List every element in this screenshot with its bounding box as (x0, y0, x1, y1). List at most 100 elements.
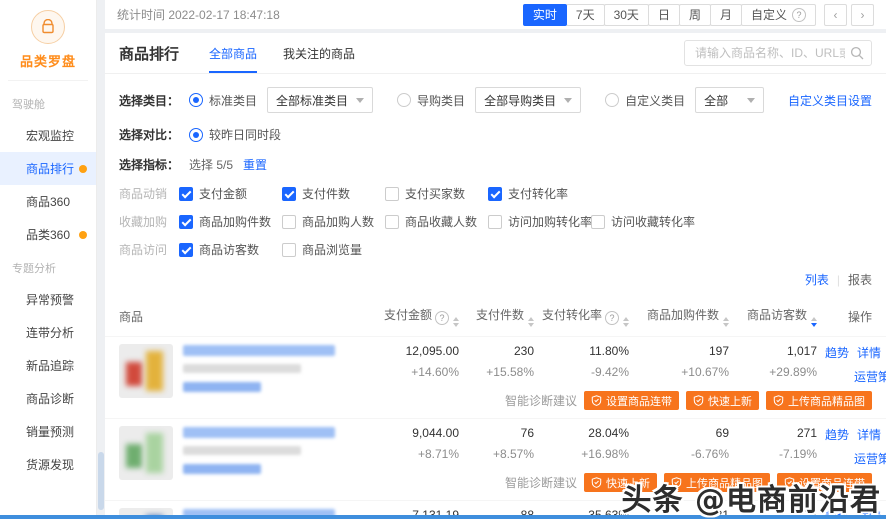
category-select-标准类目[interactable]: 全部标准类目 (267, 87, 374, 113)
suggestion-button-设置商品连带[interactable]: 设置商品连带 (584, 391, 679, 410)
main-area: 统计时间 2022-02-17 18:47:18 实时 7天 30天日周月自定义? … (105, 0, 886, 519)
range-button-周[interactable]: 周 (678, 3, 711, 26)
suggestion-button-快速上新[interactable]: 快速上新 (686, 391, 759, 410)
column-header-支付件数[interactable]: 支付件数 (459, 306, 534, 327)
metric-checkbox-支付转化率[interactable]: 支付转化率 (488, 185, 591, 202)
action-link-趋势[interactable]: 趋势 (825, 428, 849, 442)
action-link-详情[interactable]: 详情 (857, 346, 881, 360)
metric-group-label: 商品访问 (119, 243, 168, 257)
metric-checkbox-访问加购转化率[interactable]: 访问加购转化率 (488, 213, 592, 230)
metric-checkbox-商品访客数[interactable]: 商品访客数 (179, 241, 282, 258)
sidebar-item-宏观监控[interactable]: 宏观监控 (0, 119, 96, 152)
suggestion-button-上传商品精品图[interactable]: 上传商品精品图 (664, 473, 770, 492)
custom-category-settings-link[interactable]: 自定义类目设置 (788, 92, 872, 109)
action-link-趋势[interactable]: 趋势 (825, 346, 849, 360)
range-button-月[interactable]: 月 (709, 3, 742, 26)
suggestion-button-label: 设置商品连带 (606, 395, 672, 408)
list-view-link[interactable]: 列表 (805, 271, 829, 288)
column-header-商品访客数[interactable]: 商品访客数 (729, 306, 817, 327)
range-button-7天[interactable]: 7天 (565, 3, 605, 26)
range-button-30天[interactable]: 30天 (603, 3, 649, 26)
image-blob (126, 362, 142, 386)
checkbox-icon (179, 214, 193, 229)
tab-全部商品[interactable]: 全部商品 (209, 33, 258, 73)
range-button-自定义[interactable]: 自定义? (740, 3, 816, 26)
page-title: 商品排行 (119, 45, 180, 63)
checkbox-icon (282, 214, 296, 229)
reset-metrics-link[interactable]: 重置 (243, 156, 267, 173)
sidebar-item-商品诊断[interactable]: 商品诊断 (0, 382, 96, 415)
metric-cell: 9,044.00 +8.71% (369, 426, 459, 467)
metric-checkbox-访问收藏转化率[interactable]: 访问收藏转化率 (591, 213, 696, 230)
metric-group-商品访问: 商品访问 商品访客数 商品浏览量 (119, 241, 872, 258)
category-radio-label: 导购类目 (417, 93, 466, 108)
report-view-link[interactable]: 报表 (848, 271, 872, 288)
info-icon: ? (605, 311, 619, 325)
search-input[interactable] (684, 40, 872, 66)
sidebar-item-销量预测[interactable]: 销量预测 (0, 415, 96, 448)
metric-checkbox-商品加购件数[interactable]: 商品加购件数 (179, 213, 282, 230)
sidebar-item-商品360[interactable]: 商品360 (0, 185, 96, 218)
product-cell[interactable] (119, 344, 369, 410)
column-header-支付转化率[interactable]: 支付转化率? (534, 306, 629, 327)
scrollbar-thumb[interactable] (98, 452, 104, 510)
suggestion-button-label: 快速上新 (606, 477, 650, 490)
strategy-dropdown[interactable]: 运营策略 (817, 450, 886, 467)
product-cell[interactable] (119, 426, 369, 492)
range-button-日[interactable]: 日 (647, 3, 680, 26)
sidebar-item-label: 新品追踪 (26, 359, 75, 373)
metric-cell: 1,017 +29.89% (729, 344, 817, 385)
metric-checkbox-支付金额[interactable]: 支付金额 (179, 185, 282, 202)
column-header-支付金额[interactable]: 支付金额? (369, 306, 459, 327)
suggestion-button-label: 上传商品精品图 (788, 395, 865, 408)
action-link-详情[interactable]: 详情 (857, 428, 881, 442)
radio-icon (397, 93, 412, 107)
metric-checkbox-支付件数[interactable]: 支付件数 (282, 185, 385, 202)
search-icon[interactable] (850, 46, 864, 60)
stat-time-label: 统计时间 2022-02-17 18:47:18 (117, 8, 280, 22)
metric-option-label: 商品收藏人数 (405, 215, 478, 229)
sidebar-item-品类360[interactable]: 品类360 (0, 218, 96, 251)
suggestion-button-设置商品连带[interactable]: 设置商品连带 (777, 473, 872, 492)
product-text-blurred (183, 344, 335, 410)
metric-checkbox-商品收藏人数[interactable]: 商品收藏人数 (385, 213, 488, 230)
sidebar-item-货源发现[interactable]: 货源发现 (0, 448, 96, 481)
product-image (119, 426, 173, 480)
next-range-button[interactable]: › (851, 3, 874, 26)
image-blob (126, 444, 142, 468)
category-radio-自定义类目[interactable]: 自定义类目 (605, 92, 685, 109)
column-header-商品加购件数[interactable]: 商品加购件数 (629, 306, 729, 327)
compare-option-radio[interactable]: 较昨日同时段 (189, 126, 281, 143)
category-radio-导购类目[interactable]: 导购类目 (397, 92, 465, 109)
category-select-导购类目[interactable]: 全部导购类目 (475, 87, 582, 113)
product-text-blurred (183, 426, 335, 492)
range-button-实时[interactable]: 实时 (522, 3, 567, 26)
tab-我关注的商品[interactable]: 我关注的商品 (283, 33, 355, 73)
column-header-label: 商品加购件数 (646, 308, 719, 322)
blurred-subtitle-line (183, 364, 301, 373)
metric-delta: -7.19% (778, 447, 817, 461)
metric-checkbox-商品加购人数[interactable]: 商品加购人数 (282, 213, 385, 230)
sidebar-item-连带分析[interactable]: 连带分析 (0, 316, 96, 349)
strategy-dropdown[interactable]: 运营策略 (817, 368, 886, 385)
suggestion-button-快速上新[interactable]: 快速上新 (584, 473, 657, 492)
actions-cell: 趋势详情关注运营策略 (817, 426, 886, 467)
metric-option-label: 访问收藏转化率 (611, 215, 696, 229)
sidebar-item-新品追踪[interactable]: 新品追踪 (0, 349, 96, 382)
sidebar-group-label-1: 专题分析 (12, 263, 56, 275)
metric-checkbox-商品浏览量[interactable]: 商品浏览量 (282, 241, 385, 258)
metric-checkbox-支付买家数[interactable]: 支付买家数 (385, 185, 488, 202)
metric-value: 230 (513, 344, 534, 358)
sidebar-item-label: 宏观监控 (26, 129, 75, 143)
sidebar-item-商品排行[interactable]: 商品排行 (0, 152, 96, 185)
category-radio-标准类目[interactable]: 标准类目 (189, 92, 257, 109)
category-select-自定义类目[interactable]: 全部 (695, 87, 764, 113)
topbar: 统计时间 2022-02-17 18:47:18 实时 7天 30天日周月自定义? … (105, 0, 886, 29)
sidebar-item-label: 商品排行 (26, 162, 75, 176)
compare-option-label: 较昨日同时段 (209, 128, 282, 142)
sidebar-item-异常预警[interactable]: 异常预警 (0, 283, 96, 316)
metric-delta: +8.71% (417, 447, 459, 461)
prev-range-button[interactable]: ‹ (824, 3, 847, 26)
suggestion-button-上传商品精品图[interactable]: 上传商品精品图 (766, 391, 872, 410)
checkbox-icon (385, 186, 399, 201)
